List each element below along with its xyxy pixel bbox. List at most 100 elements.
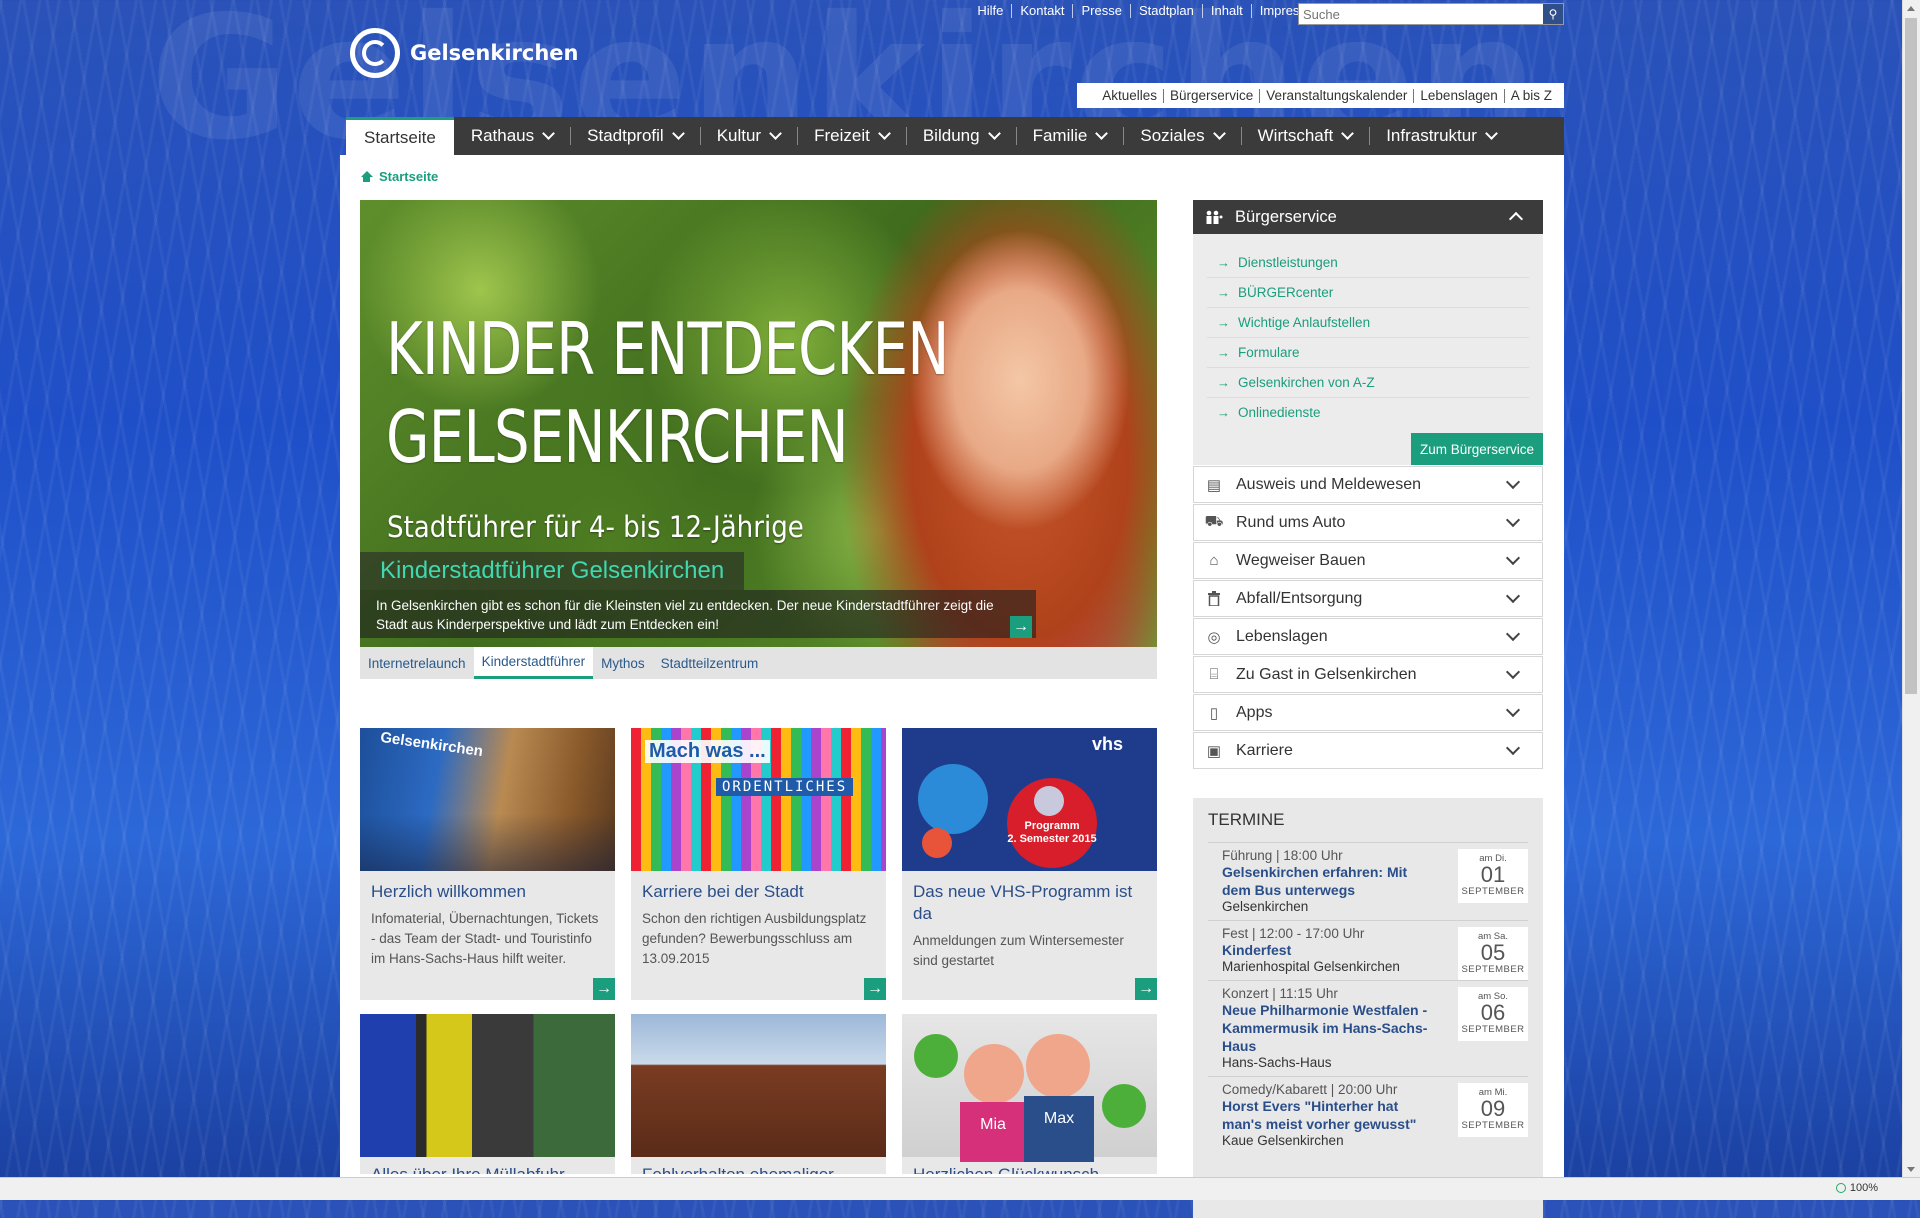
card-vhs[interactable]: vhs Programm 2. Semester 2015 Das neue V… bbox=[902, 728, 1157, 1000]
accordion-ausweis[interactable]: ▤ Ausweis und Meldewesen bbox=[1193, 466, 1543, 503]
accordion-karriere[interactable]: ▣ Karriere bbox=[1193, 732, 1543, 769]
card-title[interactable]: Karriere bei der Stadt bbox=[631, 871, 886, 903]
card-fehlverhalten[interactable]: Fehlverhalten ehemaliger bbox=[631, 1014, 886, 1174]
nav-infrastruktur[interactable]: Infrastruktur bbox=[1369, 117, 1513, 155]
nav-freizeit[interactable]: Freizeit bbox=[797, 117, 906, 155]
event-day: 06 bbox=[1480, 1000, 1506, 1025]
buergerservice-links: → Dienstleistungen → BÜRGERcenter → Wichtig… bbox=[1193, 234, 1543, 433]
arrow-right-icon: → bbox=[1217, 375, 1230, 390]
chevron-down-icon bbox=[1505, 664, 1521, 680]
chevron-down-icon bbox=[1505, 740, 1521, 756]
card-title[interactable]: Fehlverhalten ehemaliger bbox=[631, 1157, 886, 1174]
card-title[interactable]: Herzlich willkommen bbox=[360, 871, 615, 903]
link-buergercenter[interactable]: → BÜRGERcenter bbox=[1207, 278, 1529, 308]
quicklink-aktuelles[interactable]: Aktuelles bbox=[1096, 88, 1163, 103]
event-item[interactable]: Comedy/Kabarett | 20:00 Uhr Horst Evers … bbox=[1208, 1076, 1528, 1154]
zum-buergerservice-button[interactable]: Zum Bürgerservice bbox=[1410, 433, 1543, 465]
nav-startseite[interactable]: Startseite bbox=[346, 117, 454, 155]
house-icon: ⌂ bbox=[1209, 552, 1219, 569]
card-glueckwunsch[interactable]: Mia Max Herzlichen Glückwunsch bbox=[902, 1014, 1157, 1174]
arrow-right-icon[interactable]: → bbox=[1135, 978, 1157, 1000]
zoom-control[interactable]: 100% bbox=[1835, 1182, 1878, 1194]
toplink-kontakt[interactable]: Kontakt bbox=[1011, 4, 1072, 18]
quicklink-buergerservice[interactable]: Bürgerservice bbox=[1163, 88, 1259, 103]
accordion-apps[interactable]: ▯ Apps bbox=[1193, 694, 1543, 731]
breadcrumb: Startseite bbox=[360, 169, 438, 184]
termine-heading: TERMINE bbox=[1208, 810, 1285, 829]
nav-soziales[interactable]: Soziales bbox=[1123, 117, 1240, 155]
link-onlinedienste[interactable]: → Onlinedienste bbox=[1207, 398, 1529, 427]
trash-icon bbox=[1206, 591, 1222, 607]
event-item[interactable]: Fest | 12:00 - 17:00 Uhr Kinderfest Mari… bbox=[1208, 920, 1528, 981]
chevron-down-icon bbox=[671, 127, 685, 140]
hero-slider[interactable]: KINDER ENTDECKEN GELSENKIRCHEN Stadtführ… bbox=[360, 200, 1157, 647]
decor-circle bbox=[922, 828, 952, 858]
buergerservice-header[interactable]: Bürgerservice bbox=[1193, 200, 1543, 234]
arrow-right-icon[interactable]: → bbox=[1010, 616, 1032, 638]
card-title[interactable]: Das neue VHS-Programm ist da bbox=[902, 871, 1157, 925]
accordion-auto[interactable]: ⛟ Rund ums Auto bbox=[1193, 504, 1543, 541]
hero-caption[interactable]: Kinderstadtführer Gelsenkirchen bbox=[360, 552, 745, 590]
scroll-down-icon[interactable] bbox=[1907, 1167, 1915, 1172]
top-links: Hilfe Kontakt Presse Stadtplan Inhalt Im… bbox=[969, 4, 1332, 18]
accordion-bauen[interactable]: ⌂ Wegweiser Bauen bbox=[1193, 542, 1543, 579]
link-a-z[interactable]: → Gelsenkirchen von A-Z bbox=[1207, 368, 1529, 398]
quicklink-lebenslagen[interactable]: Lebenslagen bbox=[1413, 88, 1503, 103]
city-emblem-icon bbox=[350, 28, 400, 78]
tab-internetrelaunch[interactable]: Internetrelaunch bbox=[360, 647, 474, 679]
nav-wirtschaft[interactable]: Wirtschaft bbox=[1240, 117, 1370, 155]
zoom-icon bbox=[1835, 1183, 1846, 1193]
nav-rathaus[interactable]: Rathaus bbox=[454, 117, 570, 155]
card-title[interactable]: Alles über Ihre Müllabfuhr bbox=[360, 1157, 615, 1174]
event-item[interactable]: Konzert | 11:15 Uhr Neue Philharmonie We… bbox=[1208, 980, 1528, 1076]
quicklink-veranstaltungskalender[interactable]: Veranstaltungskalender bbox=[1259, 88, 1413, 103]
event-day: 01 bbox=[1480, 862, 1506, 887]
tab-stadtteilzentrum[interactable]: Stadtteilzentrum bbox=[653, 647, 767, 679]
smartphone-icon: ▯ bbox=[1209, 704, 1219, 722]
scroll-up-icon[interactable] bbox=[1907, 6, 1915, 11]
nav-stadtprofil[interactable]: Stadtprofil bbox=[570, 117, 700, 155]
chevron-down-icon bbox=[1485, 127, 1498, 140]
chevron-down-icon bbox=[1505, 512, 1521, 528]
link-label: Onlinedienste bbox=[1238, 405, 1321, 420]
scrollbar-thumb[interactable] bbox=[1905, 18, 1917, 694]
arrow-right-icon[interactable]: → bbox=[593, 978, 615, 1000]
accordion-abfall[interactable]: Abfall/Entsorgung bbox=[1193, 580, 1543, 617]
event-title[interactable]: Kinderfest bbox=[1222, 941, 1437, 959]
accordion-zu-gast[interactable]: ⌸ Zu Gast in Gelsenkirchen bbox=[1193, 656, 1543, 693]
toplink-presse[interactable]: Presse bbox=[1072, 4, 1129, 18]
event-title[interactable]: Gelsenkirchen erfahren: Mit dem Bus unte… bbox=[1222, 863, 1437, 899]
home-icon bbox=[360, 171, 373, 182]
toplink-hilfe[interactable]: Hilfe bbox=[969, 4, 1011, 18]
chevron-up-icon[interactable] bbox=[1508, 211, 1524, 227]
event-title[interactable]: Horst Evers "Hinterher hat man's meist v… bbox=[1222, 1097, 1437, 1133]
nav-bildung[interactable]: Bildung bbox=[905, 117, 1016, 155]
tab-mythos[interactable]: Mythos bbox=[593, 647, 653, 679]
hero-title-line1: KINDER ENTDECKEN bbox=[386, 307, 949, 391]
accordion-lebenslagen[interactable]: ◎ Lebenslagen bbox=[1193, 618, 1543, 655]
site-logo[interactable]: Gelsenkirchen bbox=[350, 28, 578, 78]
nav-familie[interactable]: Familie bbox=[1015, 117, 1124, 155]
link-dienstleistungen[interactable]: → Dienstleistungen bbox=[1207, 248, 1529, 278]
vertical-scrollbar[interactable] bbox=[1902, 0, 1920, 1178]
search-input[interactable] bbox=[1299, 4, 1543, 24]
tab-kinderstadtfuehrer[interactable]: Kinderstadtführer bbox=[473, 647, 594, 679]
arrow-right-icon[interactable]: → bbox=[864, 978, 886, 1000]
chevron-down-icon bbox=[1095, 127, 1109, 140]
card-karriere[interactable]: Mach was ... ORDENTLICHES Karriere bei d… bbox=[631, 728, 886, 1000]
nav-kultur[interactable]: Kultur bbox=[699, 117, 797, 155]
event-title[interactable]: Neue Philharmonie Westfalen - Kammermusi… bbox=[1222, 1001, 1437, 1055]
card-muellabfuhr[interactable]: Alles über Ihre Müllabfuhr bbox=[360, 1014, 615, 1174]
link-formulare[interactable]: → Formulare bbox=[1207, 338, 1529, 368]
search-icon[interactable]: ⚲ bbox=[1543, 4, 1563, 24]
chevron-down-icon bbox=[877, 127, 891, 140]
link-anlaufstellen[interactable]: → Wichtige Anlaufstellen bbox=[1207, 308, 1529, 338]
card-image: Gelsenkirchen bbox=[360, 728, 615, 871]
card-herzlich-willkommen[interactable]: Gelsenkirchen Herzlich willkommen Infoma… bbox=[360, 728, 615, 1000]
toplink-stadtplan[interactable]: Stadtplan bbox=[1129, 4, 1202, 18]
id-card-icon: ▤ bbox=[1206, 476, 1222, 494]
toplink-inhalt[interactable]: Inhalt bbox=[1201, 4, 1251, 18]
breadcrumb-startseite[interactable]: Startseite bbox=[379, 169, 438, 184]
quicklink-a-bis-z[interactable]: A bis Z bbox=[1503, 88, 1558, 103]
event-item[interactable]: Führung | 18:00 Uhr Gelsenkirchen erfahr… bbox=[1208, 842, 1528, 920]
